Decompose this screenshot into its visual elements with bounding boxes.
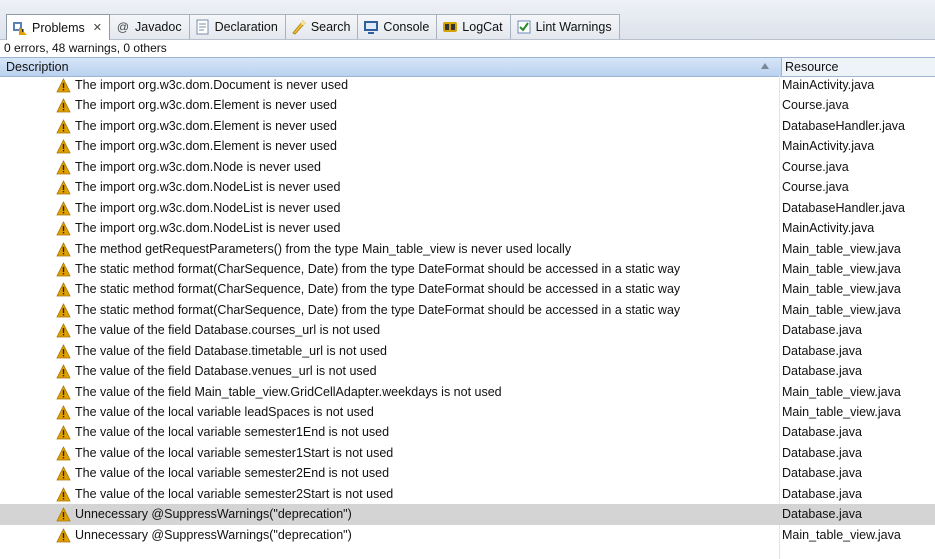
resource-cell: Database.java (782, 445, 862, 460)
table-row[interactable]: The import org.w3c.dom.NodeList is never… (0, 198, 935, 218)
table-row[interactable]: The value of the field Database.venues_u… (0, 361, 935, 381)
description-cell: The import org.w3c.dom.Element is never … (75, 139, 337, 154)
tab-logcat[interactable]: LogCat (436, 14, 511, 39)
description-cell: The value of the field Main_table_view.G… (75, 384, 502, 399)
resource-cell: MainActivity.java (782, 221, 875, 236)
table-row[interactable]: The value of the field Database.timetabl… (0, 341, 935, 361)
description-cell: Unnecessary @SuppressWarnings("deprecati… (75, 527, 352, 542)
table-row[interactable]: The value of the field Database.courses_… (0, 320, 935, 340)
resource-cell: Main_table_view.java (782, 527, 901, 542)
declaration-icon (195, 19, 211, 35)
tab-label: Console (383, 20, 430, 34)
description-cell: The value of the local variable semester… (75, 425, 390, 440)
resource-cell: Database.java (782, 343, 862, 358)
table-row[interactable]: The import org.w3c.dom.Document is never… (0, 75, 935, 95)
description-cell: Unnecessary @SuppressWarnings("deprecati… (75, 507, 352, 522)
description-cell: The import org.w3c.dom.NodeList is never… (75, 180, 341, 195)
tab-console[interactable]: Console (357, 14, 438, 39)
close-icon[interactable]: ✕ (93, 21, 102, 34)
resource-cell: Course.java (782, 180, 849, 195)
description-cell: The static method format(CharSequence, D… (75, 261, 681, 276)
resource-cell: Main_table_view.java (782, 282, 901, 297)
resource-cell: Database.java (782, 323, 862, 338)
table-row[interactable]: The value of the field Main_table_view.G… (0, 382, 935, 402)
description-cell: The value of the local variable leadSpac… (75, 405, 374, 419)
description-cell: The import org.w3c.dom.Element is never … (75, 118, 337, 133)
table-row[interactable]: The value of the local variable semester… (0, 463, 935, 483)
table-row[interactable]: The import org.w3c.dom.NodeList is never… (0, 177, 935, 197)
resource-cell: MainActivity.java (782, 78, 875, 92)
description-cell: The value of the local variable semester… (75, 466, 390, 481)
tab-javadoc[interactable]: @ Javadoc (109, 14, 190, 39)
resource-cell: Main_table_view.java (782, 241, 901, 256)
tab-label: Declaration (214, 20, 278, 34)
table-row[interactable]: The value of the local variable semester… (0, 443, 935, 463)
resource-cell: Course.java (782, 98, 849, 113)
sort-ascending-icon (761, 63, 769, 69)
column-header-resource[interactable]: Resource (781, 58, 935, 76)
resource-cell: Database.java (782, 507, 862, 522)
resource-cell: Main_table_view.java (782, 384, 901, 399)
table-row[interactable]: The method getRequestParameters() from t… (0, 239, 935, 259)
tab-declaration[interactable]: Declaration (188, 14, 286, 39)
view-tab-bar: Problems ✕ @ Javadoc Declaration Search … (0, 0, 935, 40)
description-cell: The value of the local variable semester… (75, 486, 394, 501)
resource-cell: Main_table_view.java (782, 405, 901, 419)
tab-lint-warnings[interactable]: Lint Warnings (509, 14, 620, 39)
tab-label: LogCat (462, 20, 503, 34)
tab-label: Problems (32, 20, 85, 35)
table-row[interactable]: The value of the local variable semester… (0, 422, 935, 442)
javadoc-icon: @ (116, 20, 130, 34)
search-icon (291, 19, 307, 35)
description-cell: The import org.w3c.dom.Node is never use… (75, 159, 321, 174)
table-row[interactable]: The static method format(CharSequence, D… (0, 300, 935, 320)
description-cell: The import org.w3c.dom.Document is never… (75, 78, 349, 92)
description-cell: The value of the field Database.timetabl… (75, 343, 387, 358)
problems-summary: 0 errors, 48 warnings, 0 others (0, 40, 935, 56)
resource-cell: DatabaseHandler.java (782, 118, 905, 133)
tab-label: Search (310, 20, 351, 34)
description-cell: The import org.w3c.dom.NodeList is never… (75, 221, 341, 236)
table-header: Description Resource (0, 57, 935, 77)
table-row[interactable]: The import org.w3c.dom.Element is never … (0, 116, 935, 136)
problems-icon (12, 20, 28, 36)
description-cell: The import org.w3c.dom.Element is never … (75, 98, 337, 113)
table-row[interactable]: Unnecessary @SuppressWarnings("deprecati… (0, 504, 935, 525)
description-cell: The value of the field Database.courses_… (75, 323, 381, 338)
tab-problems[interactable]: Problems ✕ (6, 14, 111, 40)
table-row[interactable]: Unnecessary @SuppressWarnings("deprecati… (0, 525, 935, 545)
table-row[interactable]: The static method format(CharSequence, D… (0, 279, 935, 299)
resource-cell: Main_table_view.java (782, 261, 901, 276)
description-cell: The static method format(CharSequence, D… (75, 302, 681, 317)
description-cell: The static method format(CharSequence, D… (75, 282, 681, 297)
table-row[interactable]: The value of the local variable semester… (0, 484, 935, 504)
resource-cell: Database.java (782, 486, 862, 501)
problems-table-body: The import org.w3c.dom.Document is never… (0, 75, 935, 545)
table-row[interactable]: The import org.w3c.dom.Element is never … (0, 136, 935, 156)
description-cell: The method getRequestParameters() from t… (75, 241, 572, 256)
table-row[interactable]: The import org.w3c.dom.Node is never use… (0, 157, 935, 177)
table-row[interactable]: The import org.w3c.dom.NodeList is never… (0, 218, 935, 238)
tab-search[interactable]: Search (284, 14, 359, 39)
description-cell: The import org.w3c.dom.NodeList is never… (75, 200, 341, 215)
table-row[interactable]: The value of the local variable leadSpac… (0, 402, 935, 422)
resource-cell: Main_table_view.java (782, 302, 901, 317)
console-icon (363, 19, 379, 35)
resource-cell: MainActivity.java (782, 139, 875, 154)
tab-label: Lint Warnings (535, 20, 612, 34)
lint-checkbox-icon (516, 19, 532, 35)
column-header-description[interactable]: Description (6, 58, 776, 76)
resource-cell: Database.java (782, 425, 862, 440)
logcat-icon (442, 19, 458, 35)
resource-cell: DatabaseHandler.java (782, 200, 905, 215)
table-row[interactable]: The import org.w3c.dom.Element is never … (0, 95, 935, 115)
resource-cell: Course.java (782, 159, 849, 174)
tab-label: Javadoc (135, 20, 182, 34)
resource-cell: Database.java (782, 466, 862, 481)
description-cell: The value of the field Database.venues_u… (75, 364, 377, 379)
description-cell: The value of the local variable semester… (75, 445, 394, 460)
table-row[interactable]: The static method format(CharSequence, D… (0, 259, 935, 279)
tab-strip: Problems ✕ @ Javadoc Declaration Search … (6, 14, 620, 40)
resource-cell: Database.java (782, 364, 862, 379)
